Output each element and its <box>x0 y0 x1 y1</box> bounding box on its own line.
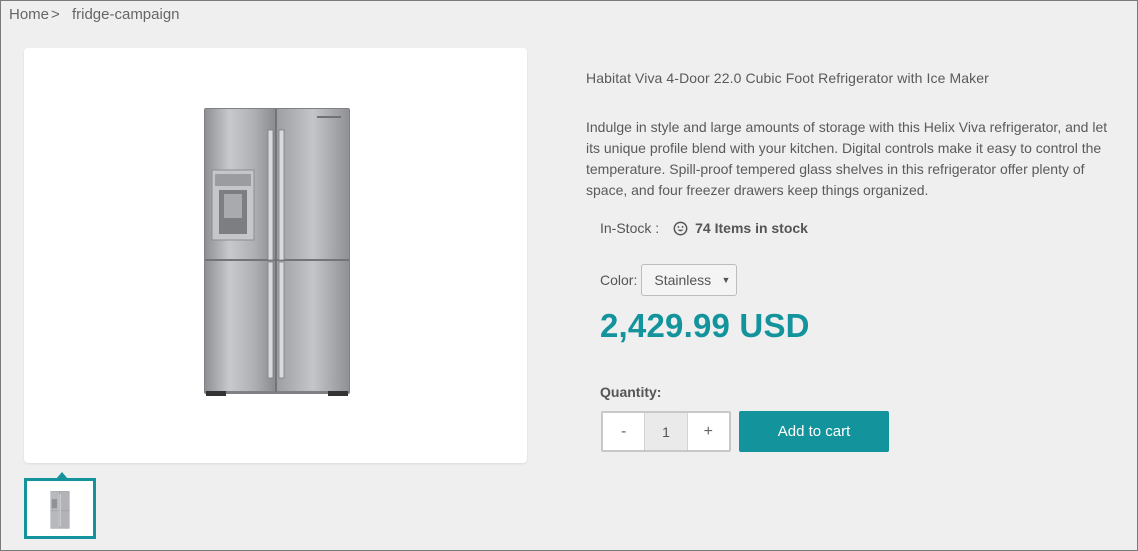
refrigerator-thumbnail-image <box>50 491 70 529</box>
breadcrumb-separator: > <box>51 6 60 23</box>
product-image[interactable] <box>204 108 350 398</box>
quantity-label: Quantity: <box>600 384 662 400</box>
product-thumbnail[interactable] <box>24 478 96 539</box>
smiley-icon <box>673 221 688 236</box>
quantity-input[interactable]: 1 <box>644 413 688 450</box>
product-image-card <box>24 48 527 463</box>
breadcrumb: Home > fridge-campaign <box>9 6 180 23</box>
stock-count: 74 Items in stock <box>695 220 808 236</box>
breadcrumb-home-link[interactable]: Home <box>9 6 49 23</box>
stock-label: In-Stock : <box>600 220 660 236</box>
quantity-stepper: - 1 + <box>601 411 731 452</box>
color-select[interactable]: Stainless ▼ <box>641 264 738 296</box>
breadcrumb-current: fridge-campaign <box>71 6 180 23</box>
chevron-down-icon: ▼ <box>721 275 731 285</box>
stock-status: In-Stock : 74 Items in stock <box>600 220 808 236</box>
color-select-value: Stainless <box>654 272 712 288</box>
increment-button[interactable]: + <box>688 413 729 450</box>
refrigerator-image <box>204 108 350 396</box>
product-title: Habitat Viva 4-Door 22.0 Cubic Foot Refr… <box>586 70 989 86</box>
color-selector: Color: Stainless ▼ <box>600 264 738 296</box>
product-price: 2,429.99 USD <box>600 307 810 344</box>
add-to-cart-button[interactable]: Add to cart <box>739 411 889 452</box>
color-label: Color: <box>600 272 638 288</box>
decrement-button[interactable]: - <box>603 413 644 450</box>
product-description: Indulge in style and large amounts of st… <box>586 119 1108 198</box>
